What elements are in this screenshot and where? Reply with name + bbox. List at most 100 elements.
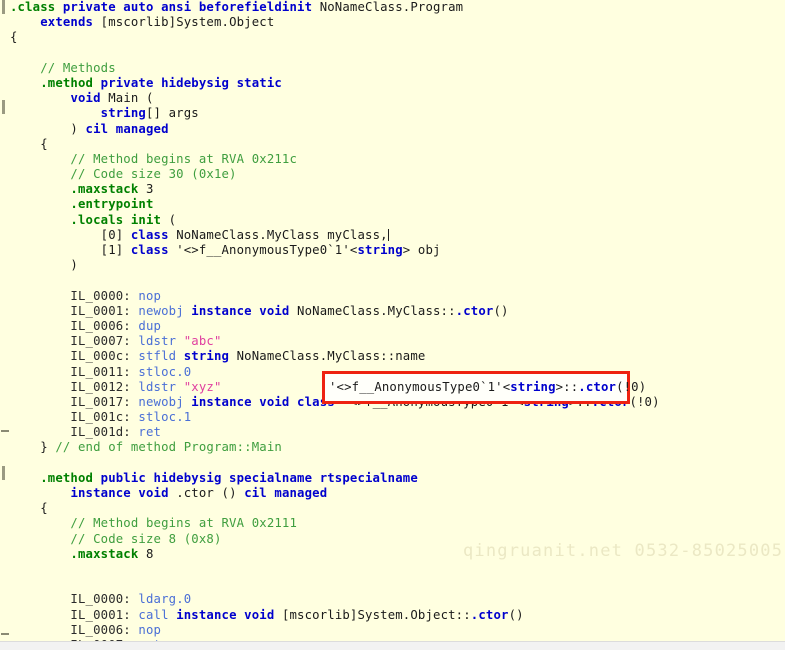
code-line[interactable]: IL_0001: call instance void [mscorlib]Sy… (0, 608, 785, 623)
code-token: call (138, 607, 177, 622)
code-line[interactable]: .class private auto ansi beforefieldinit… (0, 0, 785, 15)
code-line[interactable]: ) cil managed (0, 122, 785, 137)
code-token: [mscorlib]System.Object (100, 15, 275, 30)
code-token: IL_0001: (10, 607, 139, 622)
code-line[interactable] (0, 577, 785, 592)
code-line[interactable]: } // end of method Program::Main (0, 440, 785, 455)
code-token: newobj (138, 394, 192, 409)
code-token: IL_001d: (10, 425, 139, 440)
code-token: 3 (145, 182, 154, 197)
code-token: ldstr (138, 379, 184, 394)
highlight-token: >:: (555, 380, 579, 394)
code-line[interactable]: // Method begins at RVA 0x211c (0, 152, 785, 167)
code-token: cil managed (244, 486, 328, 500)
code-line[interactable]: string[] args (0, 106, 785, 121)
code-token: newobj (138, 303, 192, 318)
code-token: NoNameClass.MyClass:: (297, 303, 456, 318)
code-line[interactable]: IL_000c: stfld string NoNameClass.MyClas… (0, 349, 785, 364)
code-line[interactable]: extends [mscorlib]System.Object (0, 15, 785, 30)
code-token: instance void (176, 607, 282, 622)
code-line[interactable]: IL_0001: newobj instance void NoNameClas… (0, 304, 785, 319)
code-token: string (100, 106, 146, 121)
code-line[interactable]: IL_0000: nop (0, 289, 785, 304)
code-token: IL_000c: (10, 349, 139, 364)
code-token: [] args (145, 106, 199, 121)
code-token: [mscorlib]System.Object:: (281, 607, 471, 622)
code-line[interactable]: // Methods (0, 61, 785, 76)
code-token: [1] (10, 243, 131, 257)
code-token: NoNameClass.Program (319, 0, 464, 14)
code-line[interactable]: .method private hidebysig static (0, 76, 785, 91)
code-line[interactable] (0, 562, 785, 577)
code-token: { (10, 30, 18, 45)
code-line[interactable]: IL_001c: stloc.1 (0, 410, 785, 425)
code-token: () (493, 303, 509, 318)
code-token: "xyz" (183, 379, 222, 394)
code-token: IL_001c: (10, 410, 139, 425)
code-token: IL_0006: (10, 318, 139, 333)
code-token: extends (40, 15, 101, 30)
code-line[interactable]: [0] class NoNameClass.MyClass myClass, (0, 228, 785, 243)
code-line[interactable]: void Main ( (0, 91, 785, 106)
code-line[interactable]: .entrypoint (0, 197, 785, 212)
code-line[interactable]: IL_0000: ldarg.0 (0, 592, 785, 607)
code-token: instance void class (191, 394, 343, 409)
code-token: IL_0000: (10, 592, 139, 607)
il-code-viewer[interactable]: .class private auto ansi beforefieldinit… (0, 0, 785, 641)
code-token: .ctor (176, 486, 222, 500)
highlight-token: string (510, 380, 556, 394)
code-token: .maxstack (10, 182, 146, 197)
code-token: .ctor (470, 607, 509, 622)
code-token: stloc.0 (138, 364, 192, 379)
code-token: () (508, 607, 524, 622)
code-token: .entrypoint (10, 197, 154, 212)
code-line[interactable]: { (0, 501, 785, 516)
code-token: Main ( (108, 91, 154, 106)
text-cursor (387, 228, 389, 241)
code-line[interactable] (0, 46, 785, 61)
code-token: // end of method Program::Main (55, 440, 282, 455)
code-token: void (70, 91, 109, 106)
code-line[interactable]: [1] class '<>f__AnonymousType0`1'<string… (0, 243, 785, 258)
code-line[interactable]: { (0, 137, 785, 152)
code-token: "abc" (183, 334, 222, 349)
code-line[interactable]: // Method begins at RVA 0x2111 (0, 516, 785, 531)
code-token: .class (10, 0, 63, 14)
code-token: IL_0012: (10, 379, 139, 394)
code-token: [0] (10, 227, 131, 242)
code-line[interactable] (0, 456, 785, 471)
code-line[interactable]: .method public hidebysig specialname rts… (0, 471, 785, 486)
code-line[interactable]: instance void .ctor () cil managed (0, 486, 785, 501)
code-line[interactable]: .maxstack 3 (0, 182, 785, 197)
code-token: IL_0006: (10, 622, 139, 637)
code-token: private auto ansi beforefieldinit (62, 0, 320, 14)
code-token: nop (138, 622, 162, 637)
code-token: cil managed (85, 121, 169, 136)
code-token: public hidebysig specialname rtspecialna… (100, 470, 418, 485)
code-token: NoNameClass.MyClass myClass, (176, 227, 388, 242)
code-line[interactable] (0, 273, 785, 288)
code-token: ) (10, 258, 78, 273)
code-token: IL_0000: (10, 288, 139, 303)
highlight-token: '<>f__AnonymousType0`1' (329, 380, 503, 394)
code-line[interactable]: IL_0007: ldstr "abc" (0, 334, 785, 349)
code-line[interactable]: IL_0006: dup (0, 319, 785, 334)
code-token: IL_0011: (10, 364, 139, 379)
code-line[interactable]: { (0, 30, 785, 45)
highlight-token: .ctor (578, 380, 617, 394)
code-line[interactable]: IL_0006: nop (0, 623, 785, 638)
code-token: (!0) (629, 394, 660, 409)
code-token: string (183, 349, 237, 364)
code-line[interactable]: ) (0, 258, 785, 273)
code-line[interactable]: .locals init ( (0, 213, 785, 228)
annotation-highlight-box: '<>f__AnonymousType0`1'<string>::.ctor(!… (322, 371, 646, 404)
code-token: ( (168, 212, 177, 227)
code-token: IL_0007: (10, 334, 139, 349)
code-line[interactable]: IL_001d: ret (0, 425, 785, 440)
watermark: qingruanit.net 0532-85025005 (463, 541, 784, 561)
code-line[interactable]: // Code size 30 (0x1e) (0, 167, 785, 182)
code-token: 8 (145, 546, 154, 561)
